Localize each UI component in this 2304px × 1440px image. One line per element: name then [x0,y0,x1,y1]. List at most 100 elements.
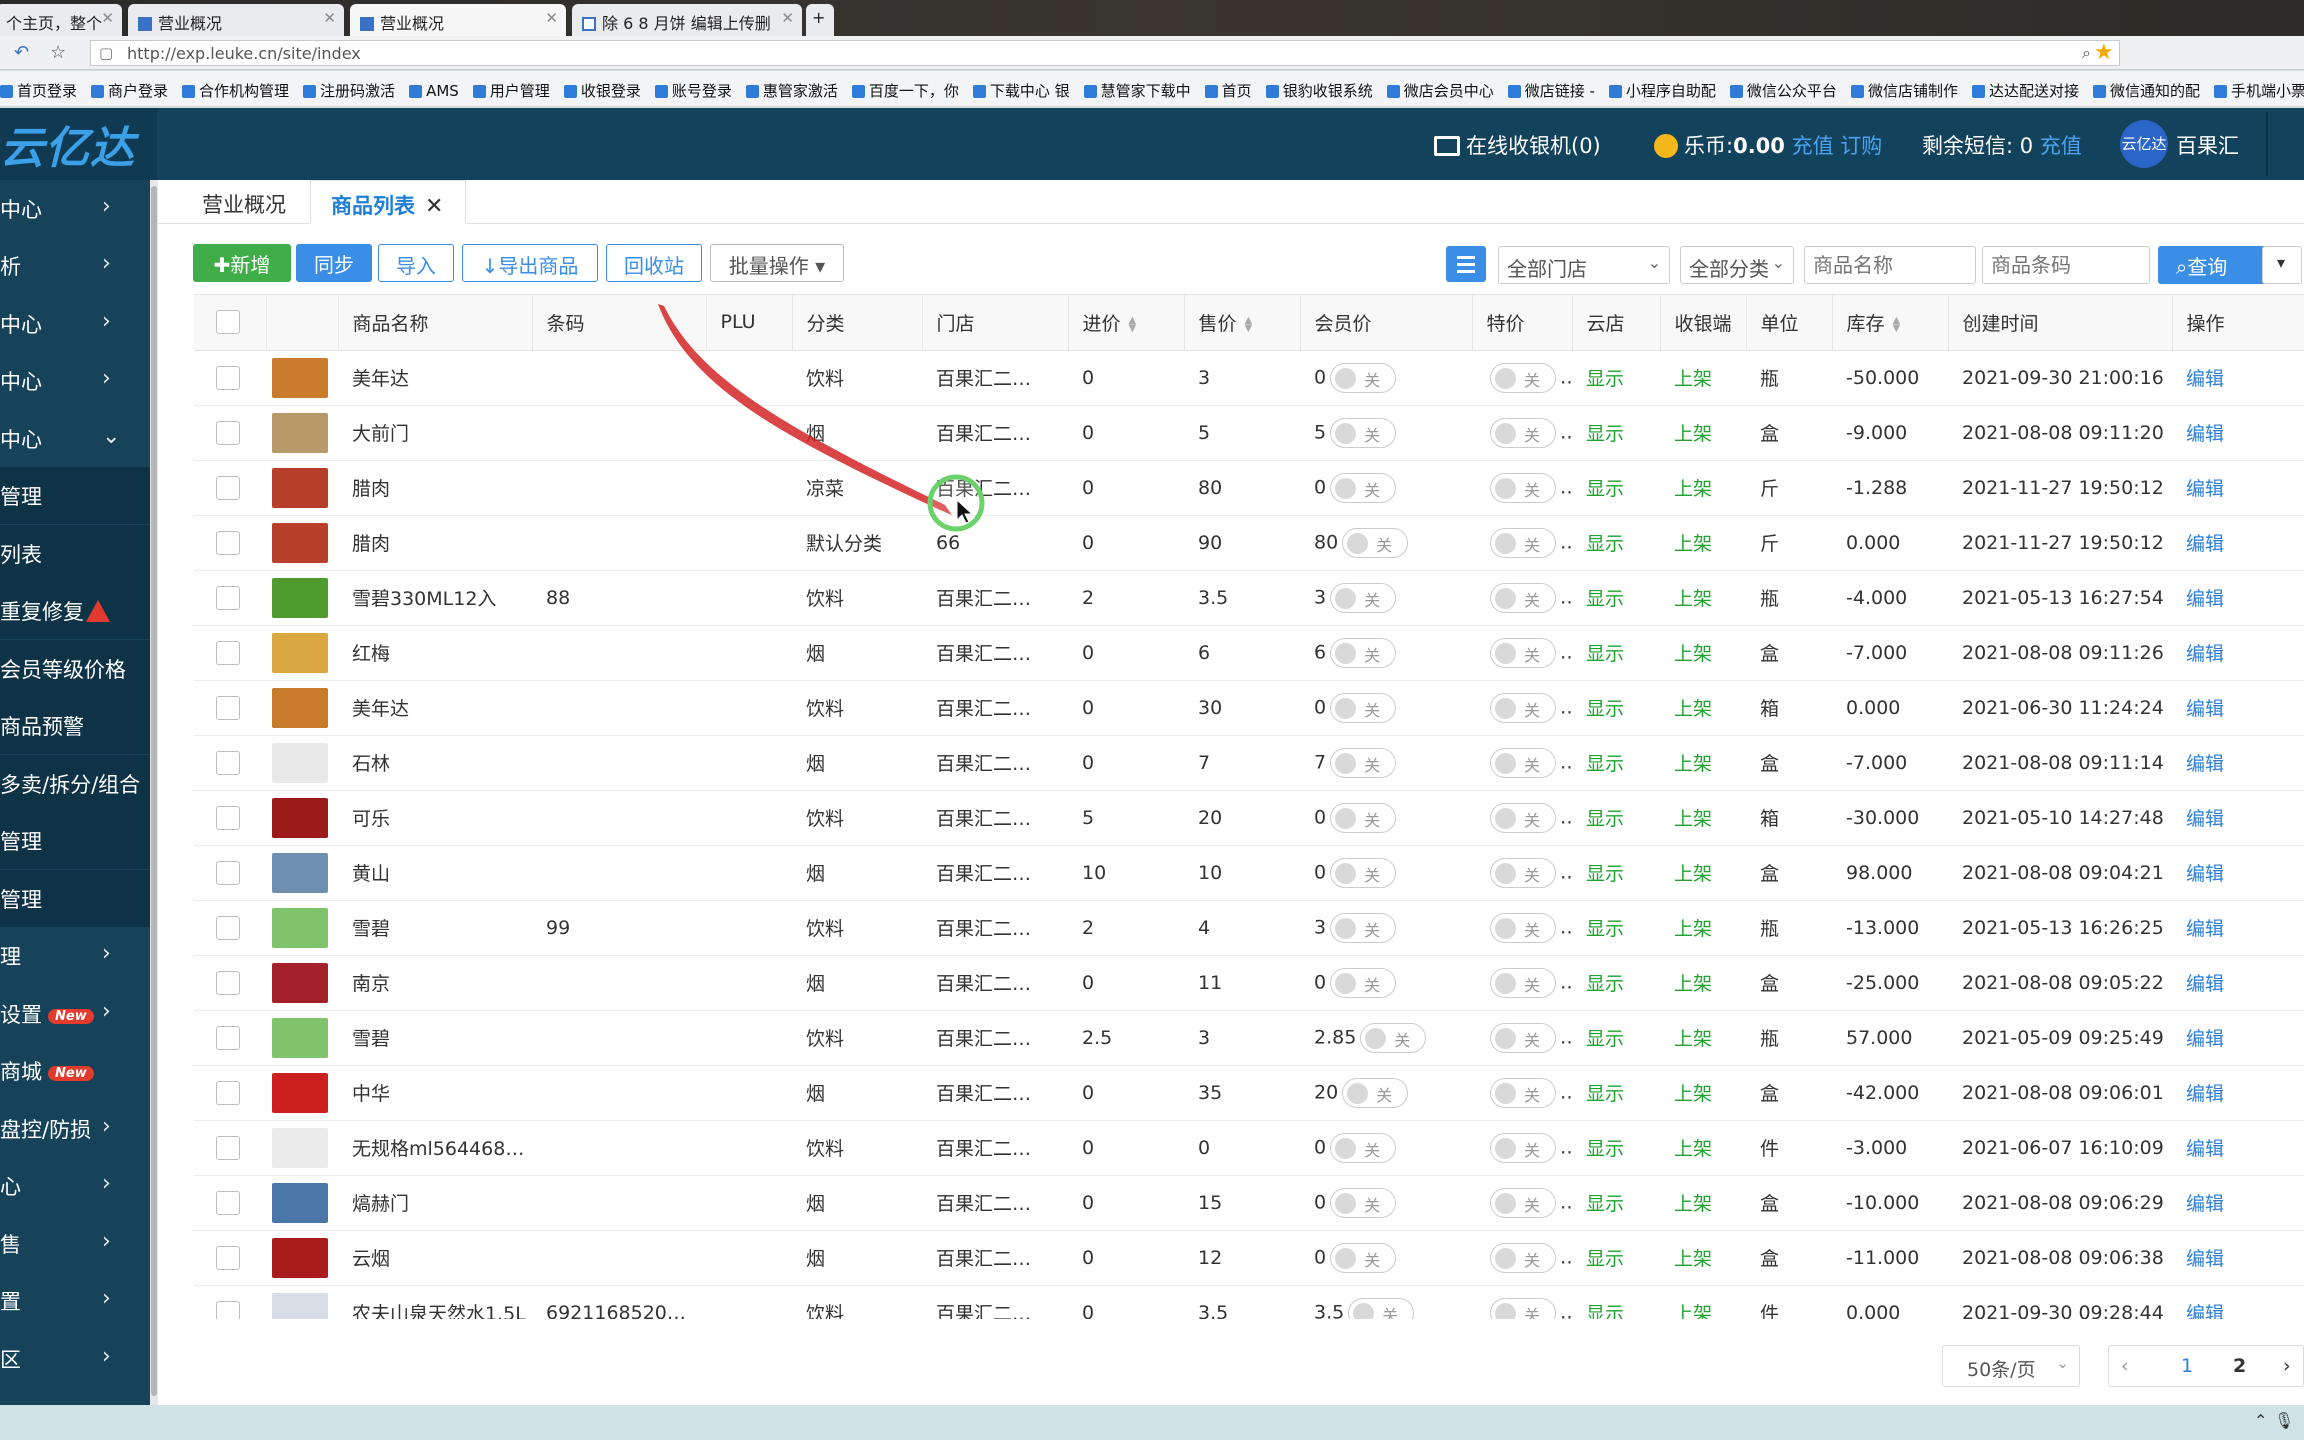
sidebar-item[interactable]: 管理 [0,812,150,869]
toggle-switch[interactable]: 关 [1330,967,1397,998]
sidebar-item[interactable]: 多卖/拆分/组合 [0,755,150,812]
sidebar-item[interactable]: 中心 › [0,295,150,352]
row-checkbox[interactable] [216,585,240,610]
header-cost[interactable]: 进价 ▲ ▼ [1068,295,1185,351]
more-options-button[interactable]: ▾ [2262,246,2302,284]
toggle-switch[interactable]: 关 [1330,747,1397,778]
prev-page-button[interactable]: ‹ [2121,1355,2129,1377]
export-button[interactable]: ↓导出商品 [462,244,598,282]
cloud-store-status[interactable]: 显示 [1572,790,1660,846]
edit-link[interactable]: 编辑 [2172,955,2304,1011]
avatar[interactable]: 云亿达 [2120,120,2168,168]
store-name[interactable]: 百果汇 [2176,130,2239,160]
cloud-store-status[interactable]: 显示 [1572,735,1660,791]
table-row[interactable]: 红梅烟百果汇二…066关关…显示上架盒-7.0002021-08-08 09:1… [194,625,2304,681]
pos-status[interactable]: 上架 [1660,1065,1746,1121]
tab-overview[interactable]: 营业概况 [202,180,322,224]
url-field[interactable]: ▢ http://exp.leuke.cn/site/index ⌕ [90,40,2120,66]
toggle-switch[interactable]: 关 [1330,802,1397,833]
sidebar-item[interactable]: 置 › [0,1272,150,1329]
browser-tab[interactable]: 个主页，整个 ✕ [0,4,122,36]
edit-link[interactable]: 编辑 [2172,1285,2304,1319]
cloud-store-status[interactable]: 显示 [1572,955,1660,1011]
edit-link[interactable]: 编辑 [2172,405,2304,461]
pos-status[interactable]: 上架 [1660,735,1746,791]
bookmark-item[interactable]: 微信通知的配 [2092,80,2200,101]
sidebar-item[interactable]: 重复修复 [0,582,150,639]
toggle-switch[interactable]: 关 [1330,692,1397,723]
pos-status[interactable]: 上架 [1660,1285,1746,1319]
sidebar-item[interactable]: 盘控/防损 › [0,1100,150,1157]
header-price[interactable]: 售价 ▲ ▼ [1184,295,1301,351]
pos-status[interactable]: 上架 [1660,900,1746,956]
table-row[interactable]: 美年达饮料百果汇二…0300关关…显示上架箱0.0002021-06-30 11… [194,680,2304,736]
bookmark-item[interactable]: 微店会员中心 [1386,80,1494,101]
bookmark-item[interactable]: 下载中心 银 [972,80,1070,101]
import-button[interactable]: 导入 [378,244,454,282]
pos-status[interactable]: 上架 [1660,515,1746,571]
toggle-switch[interactable]: 关 [1490,967,1556,998]
row-checkbox[interactable] [216,1300,240,1319]
pos-status[interactable]: 上架 [1660,955,1746,1011]
sidebar-item[interactable]: 志› [0,1387,150,1405]
edit-link[interactable]: 编辑 [2172,790,2304,846]
toggle-switch[interactable]: 关 [1490,472,1556,503]
toggle-switch[interactable]: 关 [1490,857,1556,888]
row-checkbox[interactable] [216,530,240,555]
cloud-store-status[interactable]: 显示 [1572,845,1660,901]
pos-status[interactable]: 上架 [1660,1230,1746,1286]
close-icon[interactable]: ✕ [101,9,114,27]
row-checkbox[interactable] [216,1190,240,1215]
pos-status[interactable]: 上架 [1660,570,1746,626]
bookmark-item[interactable]: 小程序自助配 [1608,80,1716,101]
sidebar-item[interactable]: 列表 [0,525,150,582]
product-name-input[interactable] [1804,246,1976,284]
edit-link[interactable]: 编辑 [2172,625,2304,681]
cloud-store-status[interactable]: 显示 [1572,1010,1660,1066]
row-checkbox[interactable] [216,915,240,940]
row-checkbox[interactable] [216,420,240,445]
close-icon[interactable]: ✕ [781,9,794,27]
table-row[interactable]: 美年达饮料百果汇二…030关关…显示上架瓶-50.0002021-09-30 2… [194,350,2304,406]
toggle-switch[interactable]: 关 [1490,692,1556,723]
table-row[interactable]: 熇赫门烟百果汇二…0150关关…显示上架盒-10.0002021-08-08 0… [194,1175,2304,1231]
cloud-store-status[interactable]: 显示 [1572,1120,1660,1176]
sidebar-item[interactable]: 心 › [0,1157,150,1214]
close-icon[interactable]: ✕ [545,9,558,27]
microphone-icon[interactable]: 🎙 [2274,1411,2294,1430]
toggle-switch[interactable]: 关 [1330,912,1397,943]
list-view-icon[interactable] [1446,246,1486,282]
edit-link[interactable]: 编辑 [2172,350,2304,406]
new-tab-button[interactable]: + [806,4,834,36]
sort-icon[interactable]: ▲ ▼ [1245,315,1255,333]
cloud-store-status[interactable]: 显示 [1572,405,1660,461]
sidebar-item[interactable]: 析 › [0,237,150,294]
pos-status[interactable]: 上架 [1660,680,1746,736]
edit-link[interactable]: 编辑 [2172,735,2304,791]
bookmark-item[interactable]: 微信店铺制作 [1850,80,1958,101]
tray-up-icon[interactable]: ⌃ [2254,1411,2267,1430]
page-size-select[interactable]: 50条/页 ⌄ [1942,1345,2080,1387]
bookmark-item[interactable]: 账号登录 [654,80,732,101]
sidebar-item[interactable]: 中心 › [0,180,150,237]
online-cashier[interactable]: 在线收银机(0) [1434,130,1601,160]
toggle-switch[interactable]: 关 [1490,1132,1556,1163]
sidebar-item[interactable]: 会员等级价格 [0,640,150,697]
cloud-store-status[interactable]: 显示 [1572,625,1660,681]
bookmark-item[interactable]: AMS [409,82,459,100]
batch-actions-dropdown[interactable]: 批量操作 ▾ [710,244,844,282]
edit-link[interactable]: 编辑 [2172,460,2304,516]
close-icon[interactable]: ✕ [425,194,443,219]
pos-status[interactable]: 上架 [1660,1175,1746,1231]
row-checkbox[interactable] [216,750,240,775]
toggle-switch[interactable]: 关 [1330,857,1397,888]
toggle-switch[interactable]: 关 [1348,1297,1415,1319]
toggle-switch[interactable]: 关 [1490,582,1556,613]
toggle-switch[interactable]: 关 [1330,472,1397,503]
bookmark-item[interactable]: 首页登录 [0,80,77,101]
toggle-switch[interactable]: 关 [1330,1187,1397,1218]
edit-link[interactable]: 编辑 [2172,1230,2304,1286]
pos-status[interactable]: 上架 [1660,790,1746,846]
sync-button[interactable]: 同步 [296,244,372,282]
cloud-store-status[interactable]: 显示 [1572,570,1660,626]
